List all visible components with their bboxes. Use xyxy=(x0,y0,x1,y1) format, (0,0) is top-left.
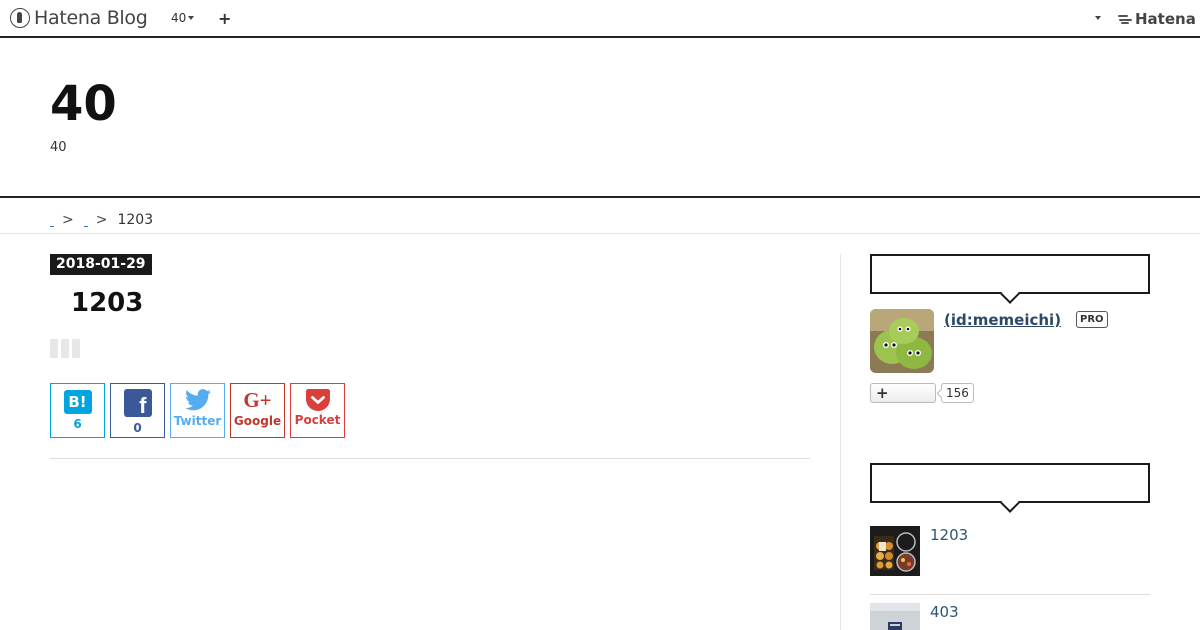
hatena-blog-icon xyxy=(10,8,30,28)
blog-header: 40 40 xyxy=(0,38,1200,198)
pocket-label: Pocket xyxy=(294,413,341,427)
list-item: 403 xyxy=(870,603,1150,630)
recent-entry-title[interactable]: 403 xyxy=(930,603,959,621)
entry-date[interactable]: 2018-01-29 xyxy=(50,254,152,275)
hatena-bookmark-icon: B! xyxy=(63,390,92,414)
twitter-bird-icon xyxy=(184,389,211,411)
global-header: Hatena Blog 40 + Hatena xyxy=(0,0,1200,38)
blog-selector[interactable]: 40 xyxy=(171,11,195,25)
share-buttons: B! 6 f 0 Twitter G+ Google Pocket xyxy=(50,383,345,438)
breadcrumb-separator: > xyxy=(62,212,74,228)
blog-title[interactable]: 40 xyxy=(50,80,117,128)
facebook-icon: f xyxy=(123,389,152,417)
breadcrumb-top-link[interactable] xyxy=(50,223,54,227)
profile-module-title xyxy=(870,254,1150,294)
google-label: Google xyxy=(233,414,282,428)
google-plus-icon: G+ xyxy=(243,388,272,412)
google-plus-share-button[interactable]: G+ Google xyxy=(230,383,285,438)
breadcrumb-current: 1203 xyxy=(117,212,154,228)
chevron-down-icon xyxy=(188,16,195,20)
pocket-share-button[interactable]: Pocket xyxy=(290,383,345,438)
breadcrumb-category-link[interactable] xyxy=(83,223,88,227)
subscribe-button[interactable]: + xyxy=(870,383,936,403)
breadcrumb: > > 1203 xyxy=(0,198,1200,234)
pro-badge: PRO xyxy=(1076,311,1108,328)
entry-divider xyxy=(50,458,810,459)
hatena-lines-icon xyxy=(1118,14,1132,24)
avatar[interactable] xyxy=(870,309,934,373)
facebook-share-button[interactable]: f 0 xyxy=(110,383,165,438)
sidebar-divider xyxy=(840,254,841,630)
subscribe-widget: + 156 xyxy=(870,383,974,403)
entry-title[interactable]: 1203 xyxy=(71,288,143,318)
recent-entry-title[interactable]: 1203 xyxy=(930,526,968,544)
profile-id-link[interactable]: (id:memeichi) xyxy=(944,311,1061,329)
hatena-bookmark-button[interactable]: B! 6 xyxy=(50,383,105,438)
hatena-logo-text: Hatena xyxy=(1135,10,1196,28)
twitter-label: Twitter xyxy=(173,414,222,428)
subscriber-count: 156 xyxy=(941,383,974,403)
recent-entries-divider xyxy=(870,594,1150,595)
thumbnail-image xyxy=(870,526,920,576)
user-menu-chevron-icon[interactable] xyxy=(1095,16,1101,20)
hatena-bookmark-count: 6 xyxy=(73,417,82,431)
avatar-image xyxy=(870,309,934,373)
pocket-icon xyxy=(305,389,330,411)
recent-entry-thumbnail[interactable] xyxy=(870,603,920,630)
hatena-blog-logo[interactable]: Hatena Blog xyxy=(10,6,148,30)
entry-categories-placeholder xyxy=(50,339,80,358)
thumbnail-image xyxy=(870,603,920,630)
recent-entry-thumbnail[interactable] xyxy=(870,526,920,576)
twitter-share-button[interactable]: Twitter xyxy=(170,383,225,438)
list-item: 1203 xyxy=(870,526,1150,576)
logo-text: Hatena Blog xyxy=(34,7,148,29)
write-entry-button[interactable]: + xyxy=(218,9,231,28)
blog-description: 40 xyxy=(50,140,67,155)
hatena-logo[interactable]: Hatena xyxy=(1118,10,1196,28)
recent-entries-module-title xyxy=(870,463,1150,503)
breadcrumb-separator: > xyxy=(95,212,108,228)
plus-icon: + xyxy=(876,384,889,402)
facebook-count: 0 xyxy=(133,421,142,435)
blog-selector-label: 40 xyxy=(171,11,187,25)
